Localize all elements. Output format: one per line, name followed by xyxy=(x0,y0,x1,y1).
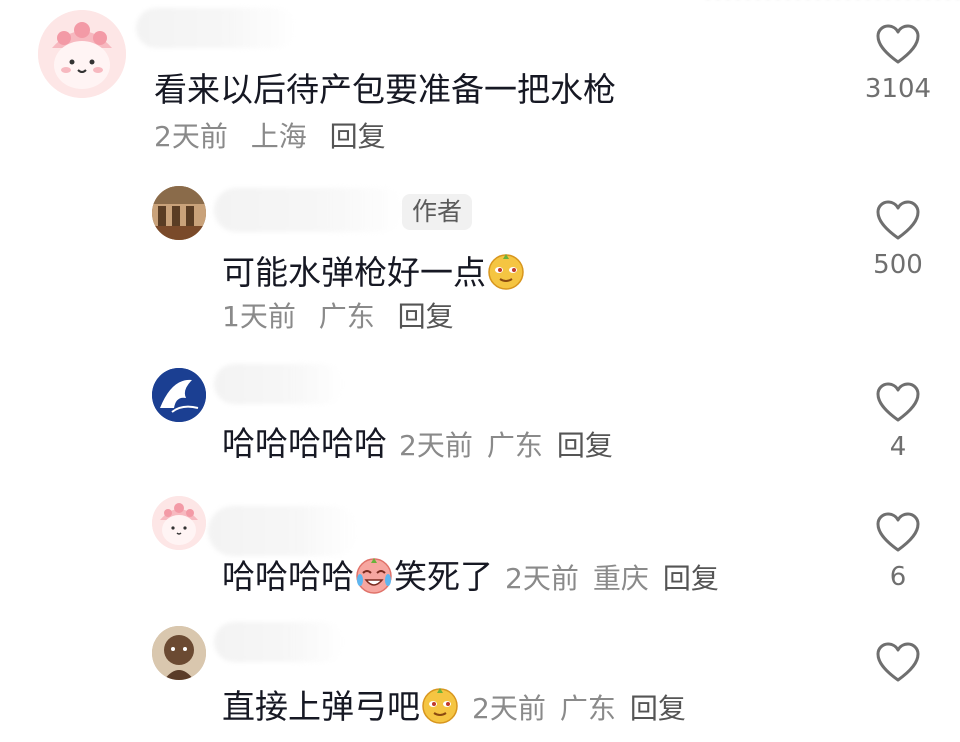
avatar[interactable] xyxy=(152,186,206,240)
room-photo-avatar-icon xyxy=(152,186,206,240)
avatar[interactable] xyxy=(152,496,206,550)
comment-text: 直接上弹弓吧 2天前 广东 回复 xyxy=(222,684,700,729)
comment-text: 哈哈哈哈 笑死了 2天前 重庆 回复 xyxy=(222,554,733,599)
like-count: 6 xyxy=(889,562,907,592)
heart-outline-icon xyxy=(876,642,920,682)
username-blurred[interactable] xyxy=(214,622,344,662)
avatar[interactable] xyxy=(38,10,126,98)
pink-character-avatar-icon xyxy=(152,496,206,550)
like-count: 3104 xyxy=(864,74,932,104)
reply-button[interactable]: 回复 xyxy=(630,692,686,725)
comment-text: 可能水弹枪好一点 xyxy=(222,250,526,293)
comment-text-part: 哈哈哈哈 xyxy=(222,557,354,596)
comment-text-content: 可能水弹枪好一点 xyxy=(222,253,486,292)
comment-text: 看来以后待产包要准备一把水枪 xyxy=(154,70,616,109)
username-blurred[interactable] xyxy=(214,188,404,232)
reply-button[interactable]: 回复 xyxy=(330,120,386,153)
like-button[interactable]: 500 xyxy=(858,198,938,280)
comment-text-part: 笑死了 xyxy=(394,557,493,596)
like-button[interactable] xyxy=(858,640,938,684)
like-button[interactable]: 4 xyxy=(858,380,938,462)
comment-text-content: 哈哈哈哈哈 xyxy=(222,424,387,463)
smug-face-emoji-icon xyxy=(488,254,524,290)
like-button[interactable]: 3104 xyxy=(858,22,938,104)
comment-location: 广东 xyxy=(486,429,543,462)
like-button[interactable]: 6 xyxy=(858,510,938,592)
heart-outline-icon xyxy=(876,200,920,240)
comment-time: 2天前 xyxy=(154,120,228,153)
comment-meta: 2天前 重庆 回复 xyxy=(505,562,733,595)
username-blurred[interactable] xyxy=(208,506,358,556)
brown-character-avatar-icon xyxy=(152,626,206,680)
blue-white-sketch-avatar-icon xyxy=(152,368,206,422)
username-blurred[interactable] xyxy=(136,8,296,48)
comment-meta: 1天前 广东 回复 xyxy=(222,300,468,334)
comment-location: 广东 xyxy=(318,300,375,333)
reply-button[interactable]: 回复 xyxy=(398,300,454,333)
avatar[interactable] xyxy=(152,368,206,422)
heart-outline-icon xyxy=(876,382,920,422)
reply-button[interactable]: 回复 xyxy=(663,562,719,595)
comment-text-content: 直接上弹弓吧 xyxy=(222,687,420,726)
comment-meta: 2天前 广东 回复 xyxy=(472,692,700,725)
smug-face-emoji-icon xyxy=(422,688,458,724)
comment-meta: 2天前 广东 回复 xyxy=(399,429,627,462)
comment-list: 看来以后待产包要准备一把水枪 2天前 上海 回复 3104 作者 可能水弹枪好一… xyxy=(0,0,960,742)
comment-time: 2天前 xyxy=(505,562,579,595)
comment-time: 1天前 xyxy=(222,300,296,333)
comment-location: 上海 xyxy=(250,120,307,153)
like-count: 4 xyxy=(889,432,907,462)
comment-location: 广东 xyxy=(559,692,616,725)
like-count: 500 xyxy=(873,250,923,280)
comment-text: 哈哈哈哈哈 2天前 广东 回复 xyxy=(222,424,627,466)
heart-outline-icon xyxy=(876,512,920,552)
username-blurred[interactable] xyxy=(214,364,344,404)
avatar[interactable] xyxy=(152,626,206,680)
author-badge: 作者 xyxy=(402,194,473,230)
reply-button[interactable]: 回复 xyxy=(557,429,613,462)
comment-time: 2天前 xyxy=(399,429,473,462)
comment-meta: 2天前 上海 回复 xyxy=(154,120,400,154)
crying-laughing-emoji-icon xyxy=(356,558,392,594)
pink-character-avatar-icon xyxy=(38,10,126,98)
heart-outline-icon xyxy=(876,24,920,64)
comment-time: 2天前 xyxy=(472,692,546,725)
comment-location: 重庆 xyxy=(592,562,649,595)
